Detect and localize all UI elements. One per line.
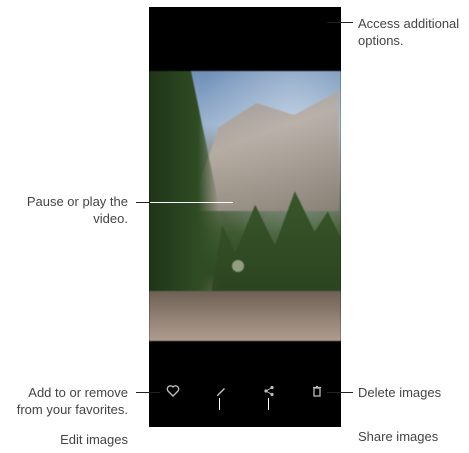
phone-screen [149,7,341,427]
edit-button[interactable] [210,380,232,402]
callout-favorites: Add to or remove from your favorites. [16,385,128,417]
leader-favorites [136,392,160,393]
bottom-toolbar [149,377,341,405]
leader-delete [327,392,353,393]
heart-icon [166,385,180,397]
favorite-button[interactable] [162,380,184,402]
share-button[interactable] [258,380,280,402]
leader-options [327,22,353,23]
delete-button[interactable] [306,380,328,402]
callout-share: Share images [358,429,439,444]
trash-icon [313,385,321,397]
callout-play: Pause or play the video. [26,194,128,226]
callout-options: Access additional options. [358,16,460,48]
callout-edit: Edit images [60,432,128,447]
play-pause-button[interactable] [232,260,244,272]
pencil-icon [217,388,225,396]
leader-play [150,202,233,203]
video-frame[interactable] [149,71,341,341]
share-icon [264,385,274,397]
callout-delete: Delete images [358,385,442,400]
ground [149,291,341,341]
leader-share-vertical [268,398,269,410]
leader-edit-vertical [219,398,220,410]
leader-play-outside [136,202,150,203]
